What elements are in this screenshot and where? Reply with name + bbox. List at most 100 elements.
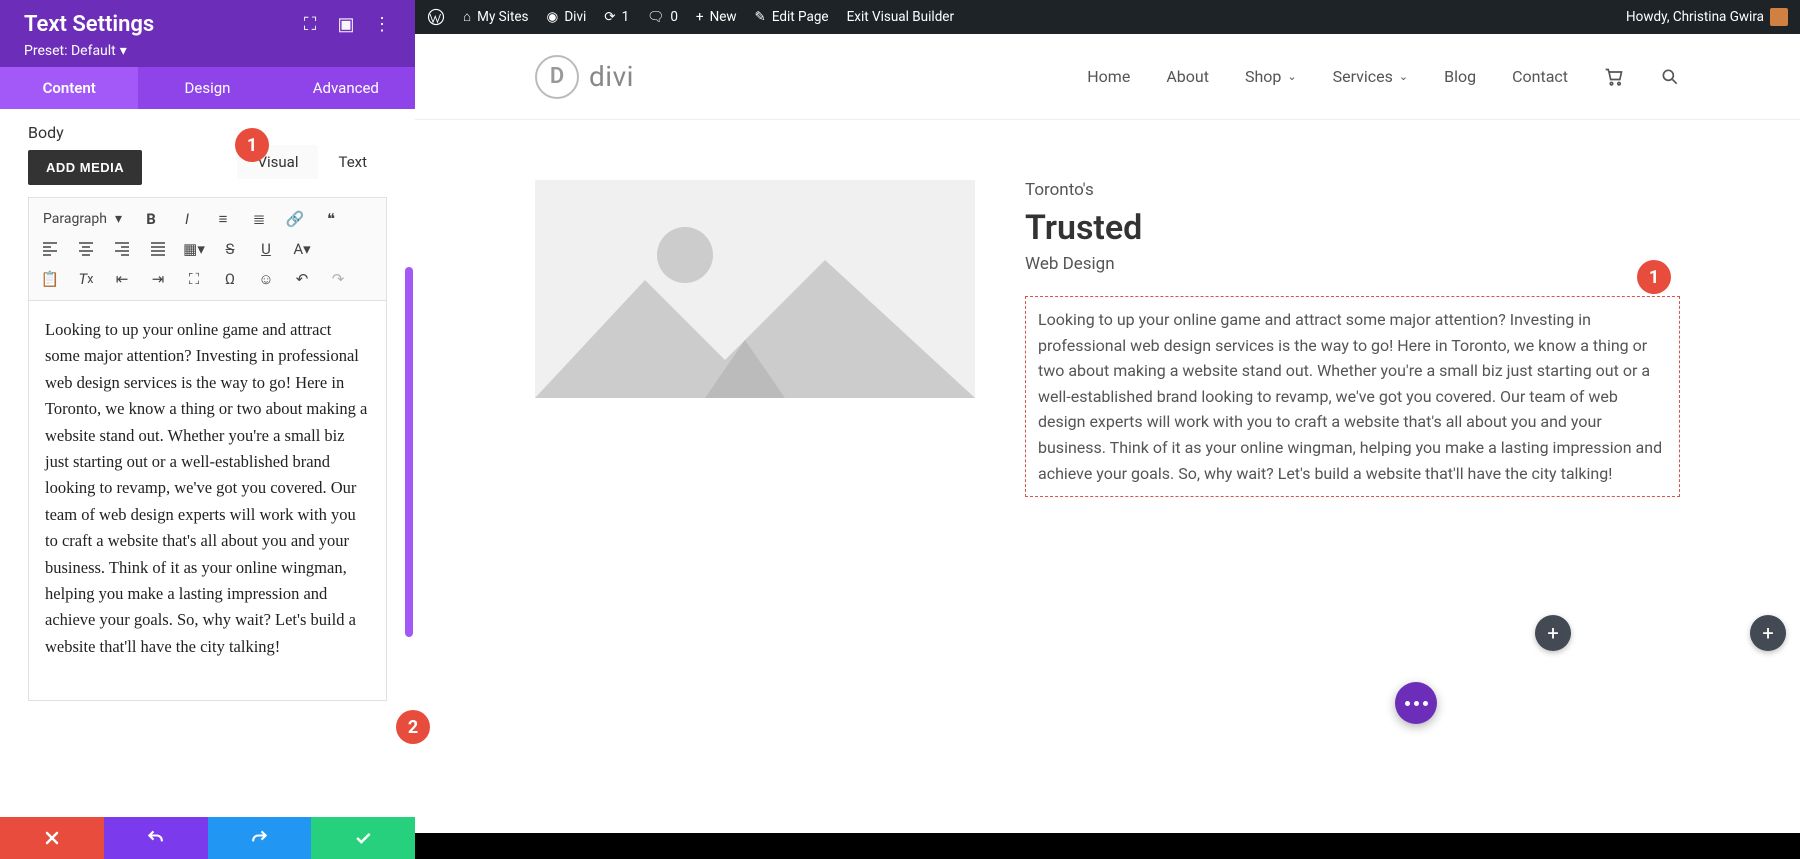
undo-panel-button[interactable] [104,817,208,859]
nav-about[interactable]: About [1166,67,1209,86]
responsive-icon[interactable]: ▣ [337,16,355,34]
nav-contact[interactable]: Contact [1512,67,1568,86]
settings-tabs: Content Design Advanced [0,67,415,109]
nav-home[interactable]: Home [1087,67,1130,86]
plus-icon: + [696,9,704,25]
wp-admin-bar: ⌂My Sites ◉Divi ⟳1 🗨0 +New ✎Edit Page Ex… [415,0,1800,34]
my-sites-link[interactable]: ⌂My Sites [463,9,529,25]
text-color-button[interactable]: A▾ [291,238,313,260]
comment-icon: 🗨 [647,9,664,25]
image-placeholder[interactable] [535,180,975,398]
add-module-button-right[interactable]: + [1750,615,1786,651]
redo-button[interactable]: ↷ [327,268,349,290]
strikethrough-button[interactable]: S [219,238,241,260]
search-icon[interactable] [1660,67,1680,87]
wp-logo[interactable] [427,8,445,26]
add-media-button[interactable]: ADD MEDIA [28,150,142,185]
page-preview: ⌂My Sites ◉Divi ⟳1 🗨0 +New ✎Edit Page Ex… [415,0,1800,859]
add-module-button-left[interactable]: + [1535,615,1571,651]
selected-text-module[interactable]: Looking to up your online game and attra… [1025,296,1680,497]
site-logo[interactable]: D divi [535,55,634,99]
paste-button[interactable]: 📋 [39,268,61,290]
exit-builder-link[interactable]: Exit Visual Builder [847,9,954,25]
comments-link[interactable]: 🗨0 [647,9,678,25]
align-right-button[interactable] [111,238,133,260]
dot-icon [1423,701,1428,706]
editor-tab-text[interactable]: Text [318,145,387,179]
align-center-button[interactable] [75,238,97,260]
fullscreen-button[interactable]: ⛶ [183,268,205,290]
site-header: D divi Home About Shop⌄ Services⌄ Blog C… [415,34,1800,120]
special-char-button[interactable]: Ω [219,268,241,290]
redo-panel-button[interactable] [208,817,312,859]
quote-button[interactable]: ❝ [320,208,342,230]
chevron-down-icon: ▾ [115,211,122,227]
chevron-down-icon: ⌄ [1399,70,1408,83]
main-nav: Home About Shop⌄ Services⌄ Blog Contact [1087,67,1680,87]
tab-advanced[interactable]: Advanced [277,67,415,109]
emoji-button[interactable]: ☺ [255,268,277,290]
user-greeting[interactable]: Howdy, Christina Gwira [1626,8,1788,26]
site-link[interactable]: ◉Divi [547,9,587,25]
annotation-badge-1-preview: 1 [1637,260,1671,294]
indent-button[interactable]: ⇥ [147,268,169,290]
bold-button[interactable]: B [140,208,162,230]
annotation-badge-1: 1 [235,128,269,162]
chevron-down-icon: ▾ [120,43,127,59]
dot-icon [1414,701,1419,706]
preset-dropdown[interactable]: Preset: Default ▾ [24,43,391,59]
undo-button[interactable]: ↶ [291,268,313,290]
cart-icon[interactable] [1604,67,1624,87]
more-icon[interactable]: ⋮ [373,16,391,34]
body-text: Looking to up your online game and attra… [1038,310,1662,483]
new-link[interactable]: +New [696,9,737,25]
nav-services[interactable]: Services⌄ [1333,67,1409,86]
eyebrow-text: Toronto's [1025,180,1680,200]
pencil-icon: ✎ [755,9,766,25]
body-section: Body ADD MEDIA Visual Text Paragraph ▾ B… [0,109,415,817]
dashboard-icon: ◉ [547,9,559,25]
text-column: Toronto's Trusted Web Design Looking to … [1025,180,1680,497]
italic-button[interactable]: I [176,208,198,230]
underline-button[interactable]: U [255,238,277,260]
page-headline: Trusted [1025,208,1680,248]
text-settings-panel: Text Settings ⛶ ▣ ⋮ Preset: Default ▾ Co… [0,0,415,859]
update-icon: ⟳ [604,9,615,25]
subheading: Web Design [1025,254,1680,274]
editor-toolbar: Paragraph ▾ B I ≡ ≣ 🔗 ❝ ▦▾ S U A▾ [28,197,387,301]
align-justify-button[interactable] [147,238,169,260]
save-button[interactable] [311,817,415,859]
panel-footer-actions [0,817,415,859]
body-label: Body [28,123,387,142]
tab-content[interactable]: Content [0,67,138,109]
page-content: Toronto's Trusted Web Design Looking to … [415,120,1800,497]
bullet-list-button[interactable]: ≡ [212,208,234,230]
bottom-bar [415,833,1800,859]
panel-header: Text Settings ⛶ ▣ ⋮ Preset: Default ▾ [0,0,415,67]
annotation-badge-2: 2 [396,710,430,744]
builder-fab[interactable] [1395,682,1437,724]
nav-blog[interactable]: Blog [1444,67,1476,86]
table-button[interactable]: ▦▾ [183,238,205,260]
avatar [1770,8,1788,26]
chevron-down-icon: ⌄ [1287,70,1296,83]
home-icon: ⌂ [463,9,471,25]
align-left-button[interactable] [39,238,61,260]
format-dropdown[interactable]: Paragraph ▾ [39,209,126,229]
updates-link[interactable]: ⟳1 [604,9,629,25]
link-button[interactable]: 🔗 [284,208,306,230]
edit-page-link[interactable]: ✎Edit Page [755,9,829,25]
nav-shop[interactable]: Shop⌄ [1245,67,1297,86]
panel-title: Text Settings [24,12,154,37]
preset-label: Preset: Default [24,43,116,59]
outdent-button[interactable]: ⇤ [111,268,133,290]
scrollbar[interactable] [405,267,413,637]
cancel-button[interactable] [0,817,104,859]
numbered-list-button[interactable]: ≣ [248,208,270,230]
clear-format-button[interactable]: Tx [75,268,97,290]
tab-design[interactable]: Design [138,67,276,109]
logo-icon: D [535,55,579,99]
expand-icon[interactable]: ⛶ [301,16,319,34]
dot-icon [1405,701,1410,706]
editor-content[interactable]: Looking to up your online game and attra… [28,301,387,701]
